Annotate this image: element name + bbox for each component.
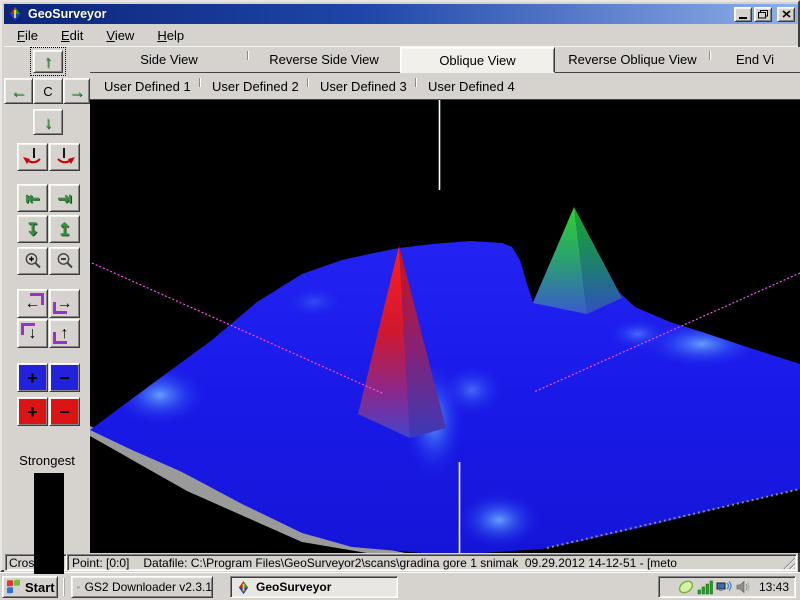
plus-icon: + bbox=[27, 367, 38, 388]
status-datafile: Datafile: C:\Program Files\GeoSurveyor2\… bbox=[143, 555, 677, 570]
tab-user-defined-3[interactable]: User Defined 3 bbox=[320, 73, 407, 99]
skip-to-last-button[interactable]: ⇥ bbox=[49, 184, 80, 212]
menu-view[interactable]: View bbox=[96, 26, 144, 45]
minus-icon: − bbox=[59, 367, 70, 388]
strongest-label: Strongest bbox=[19, 453, 75, 468]
pan-up-button[interactable]: ↑ bbox=[49, 319, 80, 348]
windows-logo-icon bbox=[7, 579, 21, 595]
pan-down-button[interactable]: ↓ bbox=[17, 319, 48, 348]
task-geosurveyor[interactable]: GeoSurveyor bbox=[230, 576, 398, 598]
task-gs2-downloader[interactable]: GS2 Downloader v2.3.1 bbox=[71, 576, 213, 598]
pan-left-icon: ← bbox=[24, 294, 41, 312]
down-arrow-icon: ↓ bbox=[43, 112, 53, 132]
rotate-left-icon bbox=[22, 148, 41, 164]
pan-up-icon: ↑ bbox=[60, 324, 69, 342]
tab-user-defined-1[interactable]: User Defined 1 bbox=[104, 73, 191, 99]
tab-user-defined-4[interactable]: User Defined 4 bbox=[428, 73, 515, 99]
taskbar-grip[interactable] bbox=[63, 578, 67, 596]
move-up-button[interactable]: ↑ bbox=[30, 47, 66, 76]
restore-icon bbox=[758, 9, 768, 18]
arrow-to-bar-left-icon: ⇤ bbox=[25, 188, 40, 208]
blue-plus-button[interactable]: + bbox=[17, 363, 48, 392]
resize-grip-icon[interactable] bbox=[782, 556, 795, 569]
close-icon bbox=[781, 10, 791, 18]
tab-separator bbox=[415, 78, 417, 87]
zoom-in-button[interactable] bbox=[17, 247, 48, 275]
app-icon bbox=[10, 7, 20, 21]
pan-down-icon: ↓ bbox=[28, 324, 37, 342]
status-panel-main: Point: [0:0] Datafile: C:\Program Files\… bbox=[67, 554, 797, 571]
leaf-icon[interactable] bbox=[678, 579, 694, 595]
arrow-to-bar-right-icon: ⇥ bbox=[57, 188, 72, 208]
surface-plot bbox=[90, 100, 800, 553]
volume-icon[interactable] bbox=[735, 579, 751, 595]
chip-icon bbox=[77, 586, 80, 588]
view-tab-bar: Side View Reverse Side View Oblique View… bbox=[90, 47, 800, 73]
skip-to-top-button[interactable]: ↥ bbox=[49, 215, 80, 243]
taskbar-clock: 13:43 bbox=[758, 580, 789, 594]
pan-right-button[interactable]: → bbox=[49, 289, 80, 318]
zoom-out-button[interactable] bbox=[49, 247, 80, 275]
start-label: Start bbox=[25, 579, 55, 595]
status-point: Point: [0:0] bbox=[72, 555, 130, 570]
pan-right-icon: → bbox=[56, 294, 73, 312]
close-button[interactable] bbox=[777, 6, 795, 22]
menu-bar: File Edit View Help bbox=[4, 24, 798, 47]
status-bar: Cros Point: [0:0] Datafile: C:\Program F… bbox=[4, 553, 798, 572]
minimize-button[interactable] bbox=[734, 6, 752, 22]
task-label: GeoSurveyor bbox=[256, 580, 332, 594]
left-arrow-icon: ← bbox=[10, 81, 27, 101]
up-arrow-icon: ↑ bbox=[43, 52, 53, 71]
window-title: GeoSurveyor bbox=[28, 7, 107, 21]
pan-left-button[interactable]: ← bbox=[17, 289, 48, 318]
tab-side-view[interactable]: Side View bbox=[90, 47, 248, 72]
geosurveyor-window: GeoSurveyor File Edit View Help ↑ ← C → … bbox=[0, 0, 800, 574]
move-right-button[interactable]: → bbox=[63, 78, 90, 104]
plus-icon: + bbox=[27, 401, 38, 422]
tab-separator bbox=[307, 78, 309, 87]
tab-oblique-view[interactable]: Oblique View bbox=[400, 47, 555, 73]
restore-button[interactable] bbox=[754, 6, 772, 22]
arrow-to-bar-down-icon: ↧ bbox=[25, 219, 40, 239]
geosurveyor-icon bbox=[238, 580, 249, 594]
tab-reverse-oblique-view[interactable]: Reverse Oblique View bbox=[555, 47, 710, 72]
skip-to-bottom-button[interactable]: ↧ bbox=[17, 215, 48, 243]
right-arrow-icon: → bbox=[68, 81, 85, 101]
center-button-label: C bbox=[43, 83, 53, 99]
menu-file[interactable]: File bbox=[7, 26, 48, 45]
red-plus-button[interactable]: + bbox=[17, 397, 48, 426]
move-left-button[interactable]: ← bbox=[4, 78, 33, 104]
minus-icon: − bbox=[59, 401, 70, 422]
user-tab-bar: User Defined 1 User Defined 2 User Defin… bbox=[90, 73, 800, 100]
status-left-text: Cros bbox=[9, 555, 35, 570]
tab-end-view[interactable]: End Vi bbox=[710, 47, 800, 72]
signal-scale-bar bbox=[34, 473, 64, 574]
tab-reverse-side-view[interactable]: Reverse Side View bbox=[248, 47, 400, 72]
menu-edit[interactable]: Edit bbox=[51, 26, 93, 45]
surface-plot-viewport[interactable] bbox=[90, 100, 800, 553]
rotate-left-button[interactable] bbox=[17, 143, 48, 171]
blue-minus-button[interactable]: − bbox=[49, 363, 80, 392]
center-button[interactable]: C bbox=[33, 78, 63, 104]
system-tray: 13:43 bbox=[658, 576, 796, 598]
title-bar: GeoSurveyor bbox=[4, 4, 798, 24]
red-minus-button[interactable]: − bbox=[49, 397, 80, 426]
arrow-from-bar-up-icon: ↥ bbox=[57, 219, 72, 239]
tab-user-defined-2[interactable]: User Defined 2 bbox=[212, 73, 299, 99]
zoom-in-icon bbox=[25, 253, 41, 269]
menu-help[interactable]: Help bbox=[147, 26, 194, 45]
move-down-button[interactable]: ↓ bbox=[33, 109, 63, 135]
minimize-icon bbox=[739, 16, 747, 19]
rotate-right-button[interactable] bbox=[49, 143, 80, 171]
rotate-right-icon bbox=[56, 148, 75, 164]
taskbar: Start GS2 Downloader v2.3.1 GeoSurveyor bbox=[0, 572, 800, 600]
zoom-out-icon bbox=[57, 253, 73, 269]
network-icon[interactable] bbox=[716, 579, 732, 595]
start-button[interactable]: Start bbox=[2, 576, 58, 598]
tab-separator bbox=[199, 78, 201, 87]
task-label: GS2 Downloader v2.3.1 bbox=[84, 580, 212, 594]
skip-to-first-button[interactable]: ⇤ bbox=[17, 184, 48, 212]
signal-bars-icon[interactable] bbox=[697, 579, 713, 595]
